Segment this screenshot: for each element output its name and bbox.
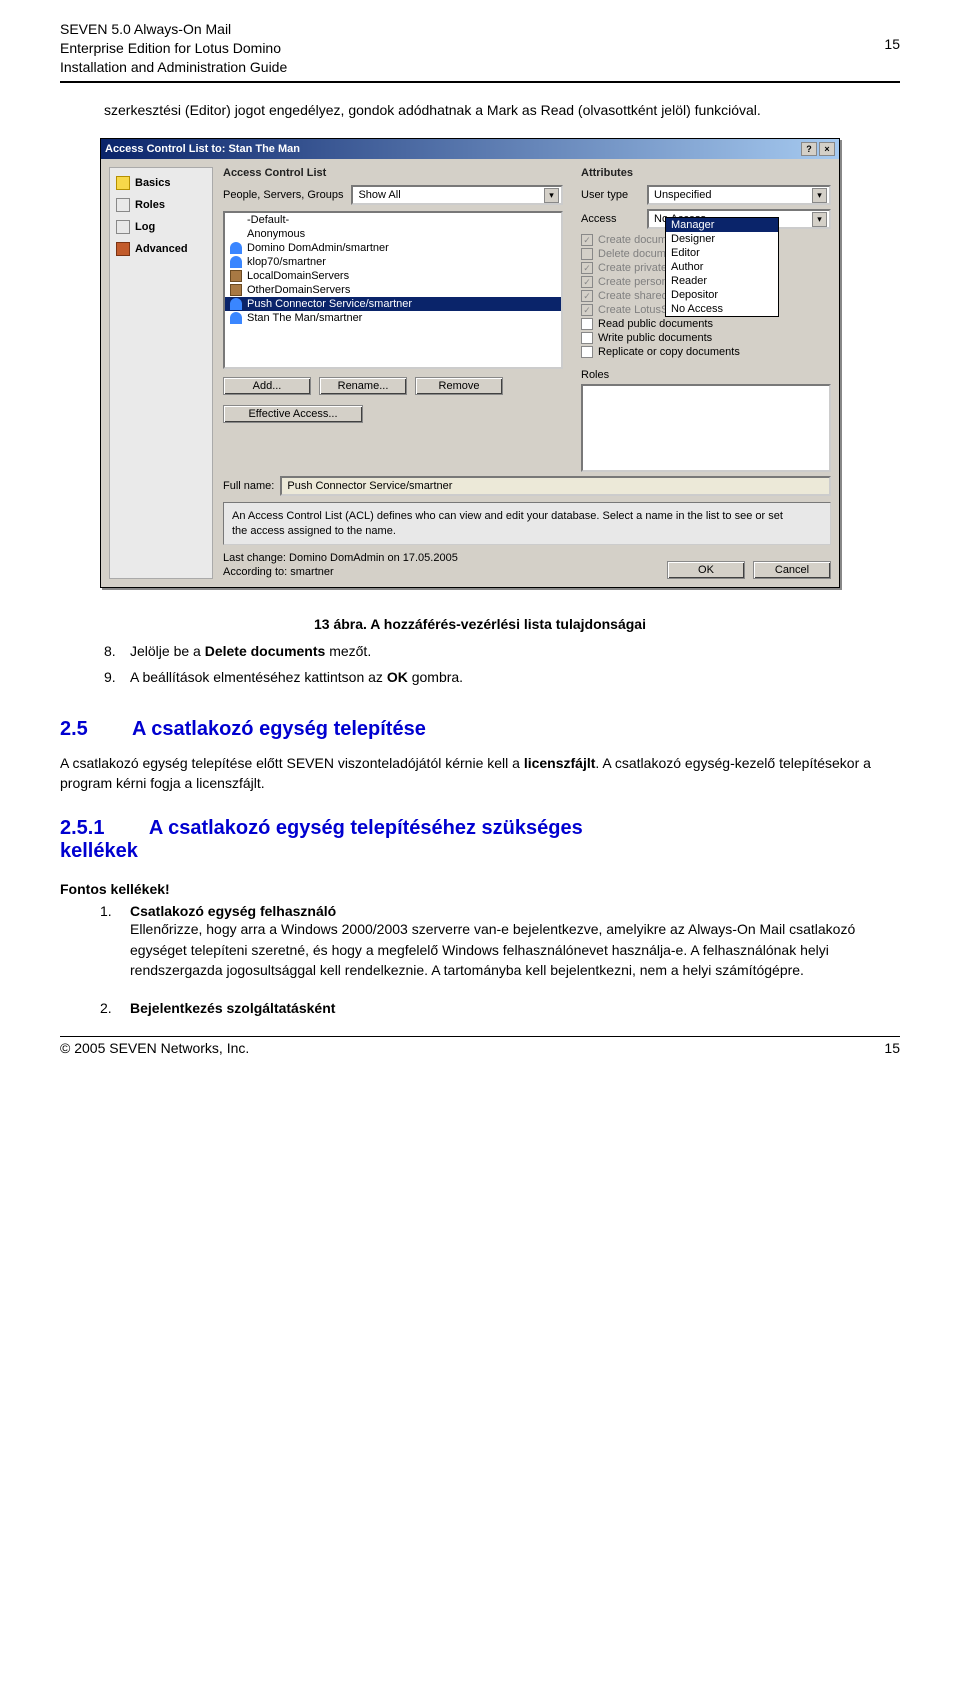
access-option[interactable]: Editor xyxy=(666,246,778,260)
list-item: -Default- xyxy=(225,213,561,227)
checkbox-icon[interactable] xyxy=(581,248,593,260)
list-item: klop70/smartner xyxy=(225,255,561,269)
leftnav-basics[interactable]: Basics xyxy=(110,172,212,194)
attributes-section-title: Attributes xyxy=(581,167,831,179)
servers-icon xyxy=(230,270,242,282)
dialog-title: Access Control List to: Stan The Man xyxy=(105,143,300,155)
basics-icon xyxy=(116,176,130,190)
blank-icon xyxy=(230,214,242,226)
step-8: 8. Jelölje be a Delete documents mezőt. xyxy=(104,642,900,662)
page-footer: © 2005 SEVEN Networks, Inc. 15 xyxy=(60,1036,900,1056)
person-icon xyxy=(230,242,242,254)
acl-listbox[interactable]: -Default- Anonymous Domino DomAdmin/smar… xyxy=(223,211,563,369)
acl-dialog: Access Control List to: Stan The Man ? ×… xyxy=(100,138,840,588)
cancel-button[interactable]: Cancel xyxy=(753,561,831,579)
dialog-left-nav: Basics Roles Log Advanced xyxy=(109,167,213,579)
requirement-item-2: 2. Bejelentkezés szolgáltatásként xyxy=(100,1000,900,1016)
requirement-item-1: 1. Csatlakozó egység felhasználó Ellenőr… xyxy=(100,903,900,980)
dialog-titlebar: Access Control List to: Stan The Man ? × xyxy=(101,139,839,159)
checkbox-icon[interactable]: ✓ xyxy=(581,234,593,246)
close-button[interactable]: × xyxy=(819,142,835,156)
requirement-2-title: Bejelentkezés szolgáltatásként xyxy=(130,1000,335,1016)
access-option[interactable]: Author xyxy=(666,260,778,274)
list-item: Anonymous xyxy=(225,227,561,241)
blank-icon xyxy=(230,228,242,240)
access-option[interactable]: Designer xyxy=(666,232,778,246)
section-2-5-body: A csatlakozó egység telepítése előtt SEV… xyxy=(60,753,900,794)
usertype-select[interactable]: Unspecified ▾ xyxy=(647,185,831,205)
list-item: Stan The Man/smartner xyxy=(225,311,561,325)
header-line-1: SEVEN 5.0 Always-On Mail xyxy=(60,20,900,39)
important-title: Fontos kellékek! xyxy=(60,881,900,897)
info-panel: An Access Control List (ACL) defines who… xyxy=(223,502,831,545)
requirement-list: 1. Csatlakozó egység felhasználó Ellenőr… xyxy=(100,903,900,1016)
roles-label: Roles xyxy=(581,369,831,381)
acl-section-title: Access Control List xyxy=(223,167,563,179)
last-change-text: Last change: Domino DomAdmin on 17.05.20… xyxy=(223,551,458,580)
access-dropdown-open[interactable]: Manager Designer Editor Author Reader De… xyxy=(665,217,779,317)
step-9: 9. A beállítások elmentéséhez kattintson… xyxy=(104,668,900,688)
person-icon xyxy=(230,312,242,324)
requirement-1-body: Ellenőrizze, hogy arra a Windows 2000/20… xyxy=(130,919,900,980)
fullname-label: Full name: xyxy=(223,480,274,492)
checkbox-icon[interactable] xyxy=(581,332,593,344)
access-label: Access xyxy=(581,213,641,225)
chevron-down-icon: ▾ xyxy=(812,212,827,227)
list-item: LocalDomainServers xyxy=(225,269,561,283)
footer-copyright: © 2005 SEVEN Networks, Inc. xyxy=(60,1040,249,1056)
effective-access-button[interactable]: Effective Access... xyxy=(223,405,363,423)
person-icon xyxy=(230,256,242,268)
access-option[interactable]: Depositor xyxy=(666,288,778,302)
chevron-down-icon: ▾ xyxy=(812,188,827,203)
header-page-number: 15 xyxy=(884,36,900,52)
checkbox-icon[interactable]: ✓ xyxy=(581,276,593,288)
leftnav-log[interactable]: Log xyxy=(110,216,212,238)
leftnav-roles-label: Roles xyxy=(135,199,165,211)
checkbox-icon[interactable] xyxy=(581,318,593,330)
doc-header: SEVEN 5.0 Always-On Mail Enterprise Edit… xyxy=(60,20,900,83)
servers-icon xyxy=(230,284,242,296)
fullname-field: Push Connector Service/smartner xyxy=(280,476,831,496)
psg-select[interactable]: Show All ▾ xyxy=(351,185,563,205)
list-item: Domino DomAdmin/smartner xyxy=(225,241,561,255)
help-button[interactable]: ? xyxy=(801,142,817,156)
person-icon xyxy=(230,298,242,310)
access-option[interactable]: Reader xyxy=(666,274,778,288)
access-option[interactable]: Manager xyxy=(666,218,778,232)
leftnav-roles[interactable]: Roles xyxy=(110,194,212,216)
usertype-value: Unspecified xyxy=(654,189,711,201)
psg-select-value: Show All xyxy=(358,189,400,201)
intro-paragraph: szerkesztési (Editor) jogot engedélyez, … xyxy=(104,101,900,121)
leftnav-advanced-label: Advanced xyxy=(135,243,188,255)
checkbox-icon[interactable] xyxy=(581,346,593,358)
leftnav-log-label: Log xyxy=(135,221,155,233)
requirement-1-title: Csatlakozó egység felhasználó xyxy=(130,903,900,919)
remove-button[interactable]: Remove xyxy=(415,377,503,395)
header-line-2: Enterprise Edition for Lotus Domino xyxy=(60,39,900,58)
roles-listbox[interactable] xyxy=(581,384,831,472)
footer-page-number: 15 xyxy=(884,1040,900,1056)
roles-icon xyxy=(116,198,130,212)
list-item: OtherDomainServers xyxy=(225,283,561,297)
usertype-label: User type xyxy=(581,189,641,201)
log-icon xyxy=(116,220,130,234)
heading-2-5: 2.5A csatlakozó egység telepítése xyxy=(60,718,900,741)
leftnav-advanced[interactable]: Advanced xyxy=(110,238,212,260)
heading-2-5-1: 2.5.1 A csatlakozó egység telepítéséhez … xyxy=(60,817,900,863)
rename-button[interactable]: Rename... xyxy=(319,377,407,395)
access-option[interactable]: No Access xyxy=(666,302,778,316)
header-line-3: Installation and Administration Guide xyxy=(60,58,900,77)
psg-label: People, Servers, Groups xyxy=(223,189,343,201)
add-button[interactable]: Add... xyxy=(223,377,311,395)
checkbox-icon[interactable]: ✓ xyxy=(581,290,593,302)
chevron-down-icon: ▾ xyxy=(544,188,559,203)
figure-caption: 13 ábra. A hozzáférés-vezérlési lista tu… xyxy=(60,616,900,632)
leftnav-basics-label: Basics xyxy=(135,177,170,189)
checkbox-icon[interactable]: ✓ xyxy=(581,262,593,274)
checkbox-icon[interactable]: ✓ xyxy=(581,304,593,316)
list-item-selected: Push Connector Service/smartner xyxy=(225,297,561,311)
advanced-icon xyxy=(116,242,130,256)
ok-button[interactable]: OK xyxy=(667,561,745,579)
